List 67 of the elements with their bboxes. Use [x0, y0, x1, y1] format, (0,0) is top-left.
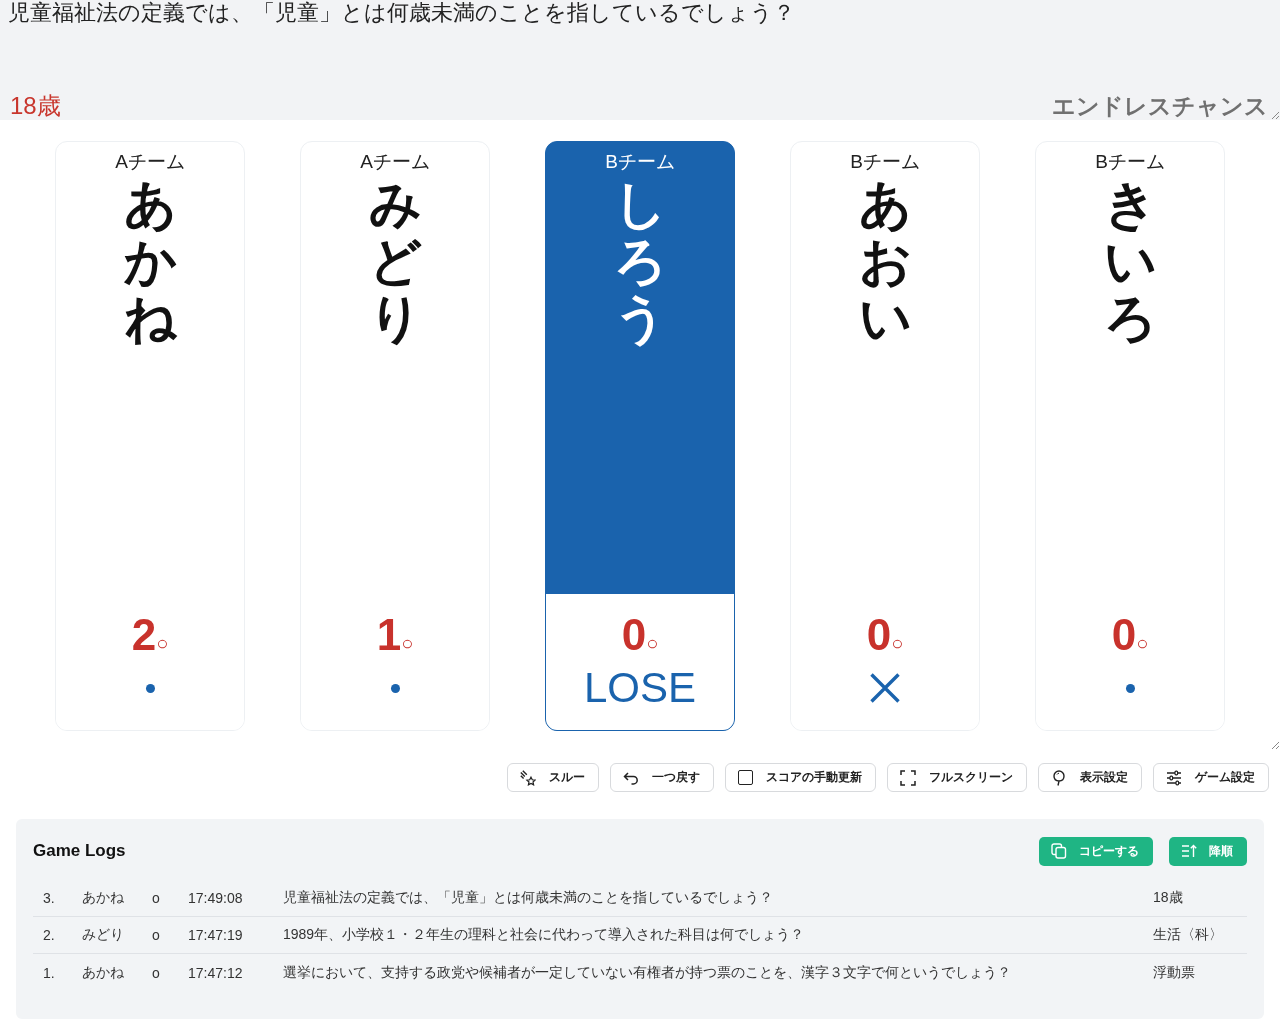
- log-question: 児童福祉法の定義では、「児童」とは何歳未満のことを指しているでしょう？: [283, 889, 773, 907]
- player-name: あおい: [859, 176, 911, 348]
- team-label: Bチーム: [850, 151, 920, 173]
- score-mark: ○: [646, 632, 659, 654]
- player-card[interactable]: Bチーム あおい 0○: [790, 141, 980, 731]
- toolbar-button[interactable]: 表示設定: [1038, 763, 1142, 792]
- toolbar-button[interactable]: ゲーム設定: [1153, 763, 1269, 792]
- toolbar-button[interactable]: スルー: [507, 763, 599, 792]
- log-number: 3.: [42, 890, 55, 906]
- log-time: 17:49:08: [188, 890, 243, 906]
- log-answer: 生活〈科〉: [1153, 926, 1223, 944]
- log-player: あかね: [82, 889, 124, 907]
- score-mark: ○: [401, 632, 414, 654]
- score-value: 0: [866, 612, 892, 658]
- score-mark: ○: [891, 632, 904, 654]
- log-result: o: [152, 964, 160, 981]
- team-label: Bチーム: [1095, 151, 1165, 173]
- toolbar-button[interactable]: 一つ戻す: [610, 763, 714, 792]
- log-number: 2.: [42, 927, 55, 943]
- player-card[interactable]: Bチーム きいろ 0○: [1035, 141, 1225, 731]
- log-result: o: [152, 927, 160, 943]
- resize-grip-icon[interactable]: [1271, 741, 1279, 749]
- result-label: LOSE: [583, 664, 697, 712]
- score-value: 0: [1111, 612, 1137, 658]
- team-label: Bチーム: [605, 151, 675, 173]
- log-question: 選挙において、支持する政党や候補者が一定していない有権者が持つ票のことを、漢字３文字で何というでしょう？: [283, 963, 1011, 982]
- fullscreen-icon: [900, 769, 916, 786]
- player-name: しろう: [614, 176, 666, 348]
- status-dot-icon: [1125, 683, 1135, 693]
- mode-label: エンドレスチャンス: [1052, 92, 1268, 120]
- log-number: 1.: [42, 964, 55, 981]
- answer-text: 18歳: [9, 92, 61, 120]
- log-player: あかね: [82, 963, 124, 982]
- sort-icon: [1181, 843, 1197, 859]
- panel-title: Game Logs: [33, 841, 126, 861]
- player-name: あかね: [124, 176, 176, 348]
- sparkle-star-icon: [520, 769, 536, 786]
- score-mark: ○: [1136, 632, 1149, 654]
- player-card[interactable]: Aチーム みどり 1○: [300, 141, 490, 731]
- player-card[interactable]: Aチーム あかね 2○: [55, 141, 245, 731]
- log-player: みどり: [82, 926, 124, 944]
- cross-icon: [870, 673, 900, 703]
- toolbar-button[interactable]: フルスクリーン: [887, 763, 1027, 792]
- undo-arrow-icon: [623, 769, 639, 786]
- log-result: o: [152, 890, 160, 906]
- checkbox-button[interactable]: スコアの手動更新: [725, 763, 876, 792]
- team-label: Aチーム: [360, 151, 430, 173]
- log-answer: 浮動票: [1153, 963, 1195, 982]
- log-time: 17:47:19: [188, 927, 243, 943]
- copy-icon: [1051, 843, 1067, 859]
- score-value: 2: [131, 612, 157, 658]
- player-name: きいろ: [1104, 176, 1156, 348]
- team-label: Aチーム: [115, 151, 185, 173]
- log-question: 1989年、小学校１・２年生の理科と社会に代わって導入された科目は何でしょう？: [283, 926, 805, 944]
- score-value: 0: [621, 612, 647, 658]
- status-dot-icon: [145, 683, 155, 693]
- log-answer: 18歳: [1153, 889, 1183, 907]
- question-text: 児童福祉法の定義では、「児童」とは何歳未満のことを指しているでしょう？: [8, 0, 795, 26]
- resize-grip-icon[interactable]: [1271, 111, 1279, 119]
- score-value: 1: [376, 612, 402, 658]
- player-card[interactable]: Bチーム しろう 0○ LOSE: [545, 141, 735, 731]
- player-name: みどり: [369, 176, 421, 348]
- sliders-icon: [1166, 769, 1182, 786]
- log-time: 17:47:12: [188, 964, 243, 981]
- score-mark: ○: [156, 632, 169, 654]
- status-dot-icon: [390, 683, 400, 693]
- balloon-icon: [1051, 769, 1067, 786]
